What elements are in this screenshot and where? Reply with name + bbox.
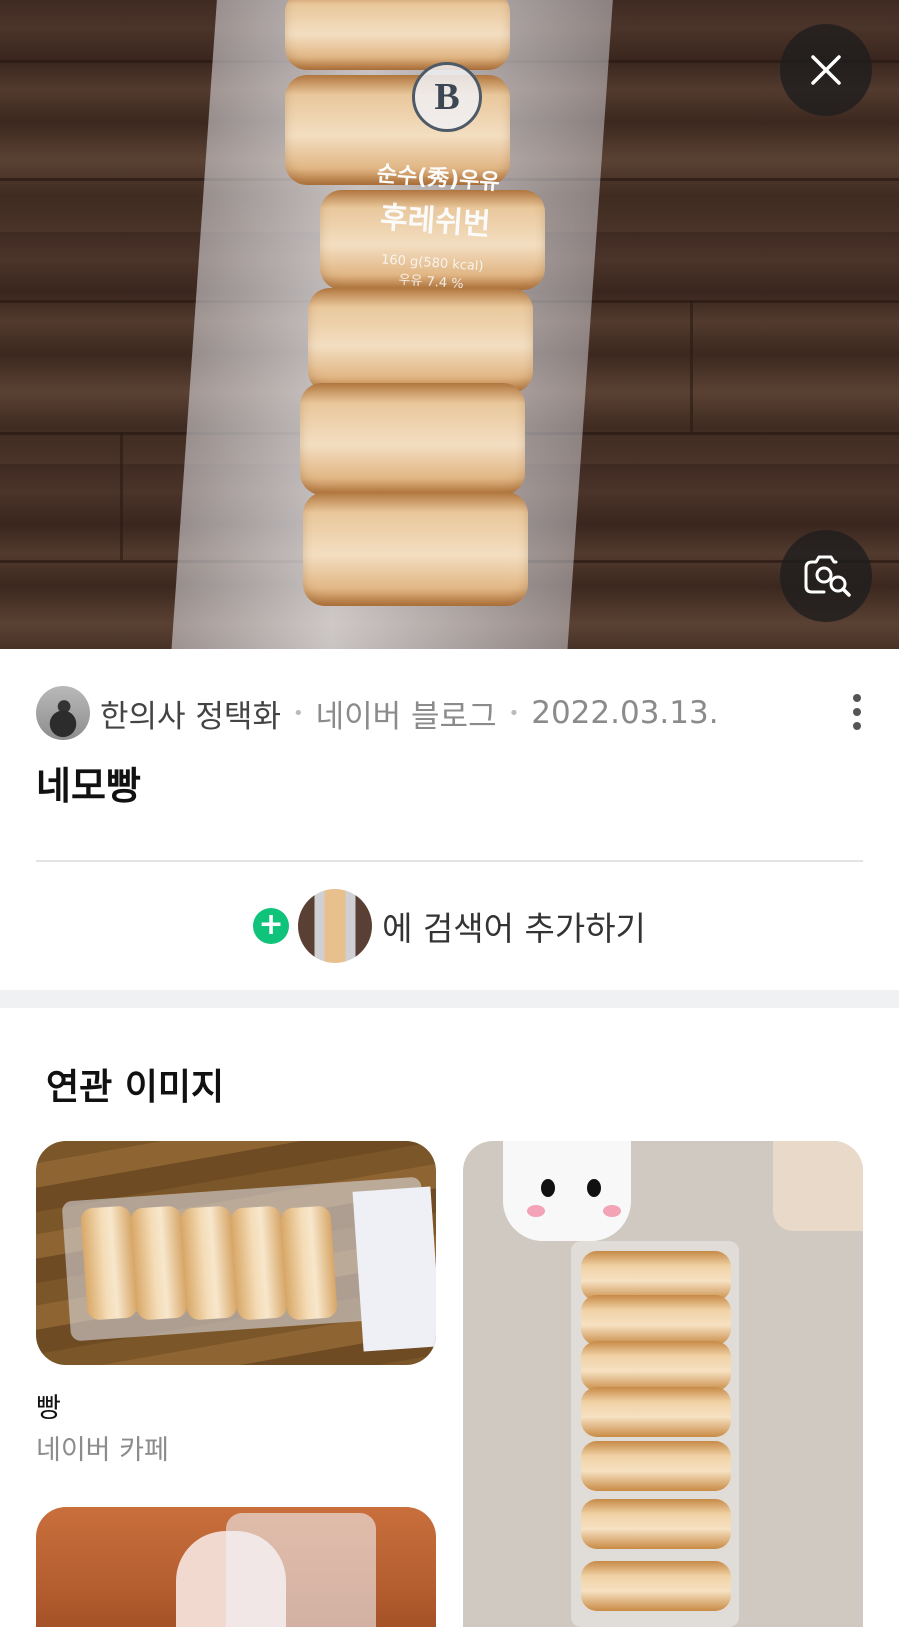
bun [300, 383, 525, 495]
main-image[interactable]: B 순수(秀)우유 후레쉬번 160 g(580 kcal) 우유 7.4 % [0, 0, 899, 649]
cup-cheek [603, 1205, 621, 1217]
cup-cheek [527, 1205, 545, 1217]
add-search-term-label: 에 검색어 추가하기 [382, 909, 646, 948]
plastic-bag [226, 1513, 376, 1627]
author-avatar[interactable] [36, 686, 90, 740]
image-meta: 한의사 정택화 • 네이버 블로그 • 2022.03.13. [36, 685, 866, 741]
package-label-line2: 후레쉬번 [378, 200, 492, 243]
wood-plank-joint [120, 432, 123, 560]
package-label [352, 1186, 436, 1352]
bun [230, 1205, 288, 1321]
related-image-1-source: 네이버 카페 [36, 1435, 169, 1466]
brand-logo-letter: B [434, 76, 460, 118]
related-image-2[interactable] [463, 1141, 863, 1627]
related-image-1-title[interactable]: 빵 [36, 1386, 61, 1425]
bun [180, 1205, 238, 1321]
bun [581, 1387, 731, 1437]
divider [36, 860, 863, 862]
cup [503, 1141, 631, 1241]
related-image-1[interactable] [36, 1141, 436, 1365]
bun [581, 1251, 731, 1301]
wood-plank-joint [690, 300, 693, 432]
more-options-button[interactable] [842, 690, 872, 736]
search-image-thumbnail [298, 889, 373, 963]
image-viewer-page: B 순수(秀)우유 후레쉬번 160 g(580 kcal) 우유 7.4 % [0, 0, 899, 1627]
bun [581, 1441, 731, 1491]
bun [80, 1205, 138, 1321]
section-separator [0, 990, 899, 1008]
related-images-heading: 연관 이미지 [46, 1067, 225, 1108]
package-label: 순수(秀)우유 후레쉬번 160 g(580 kcal) 우유 7.4 % [356, 155, 515, 295]
bun [581, 1295, 731, 1345]
bun [581, 1499, 731, 1549]
meta-separator: • [292, 702, 304, 724]
container [773, 1141, 863, 1231]
bun [280, 1205, 338, 1321]
cup-eye [541, 1179, 555, 1197]
bun [303, 492, 528, 606]
image-search-icon [804, 555, 851, 597]
more-vertical-icon [853, 694, 861, 730]
close-icon [811, 55, 841, 85]
author-name[interactable]: 한의사 정택화 [100, 691, 281, 736]
post-date: 2022.03.13. [531, 695, 719, 731]
image-title: 네모빵 [36, 764, 141, 808]
bun [308, 288, 533, 393]
cup-eye [587, 1179, 601, 1197]
source-name[interactable]: 네이버 블로그 [316, 691, 497, 736]
add-search-term-button[interactable]: + 에 검색어 추가하기 [0, 888, 899, 964]
bun [285, 0, 510, 70]
brand-logo: B [412, 62, 482, 132]
bun [130, 1205, 188, 1321]
image-search-button[interactable] [780, 530, 872, 622]
close-button[interactable] [780, 24, 872, 116]
bun [581, 1341, 731, 1391]
plus-icon: + [253, 908, 290, 944]
bun [581, 1561, 731, 1611]
meta-separator: • [508, 702, 520, 724]
related-image-3[interactable] [36, 1507, 436, 1627]
